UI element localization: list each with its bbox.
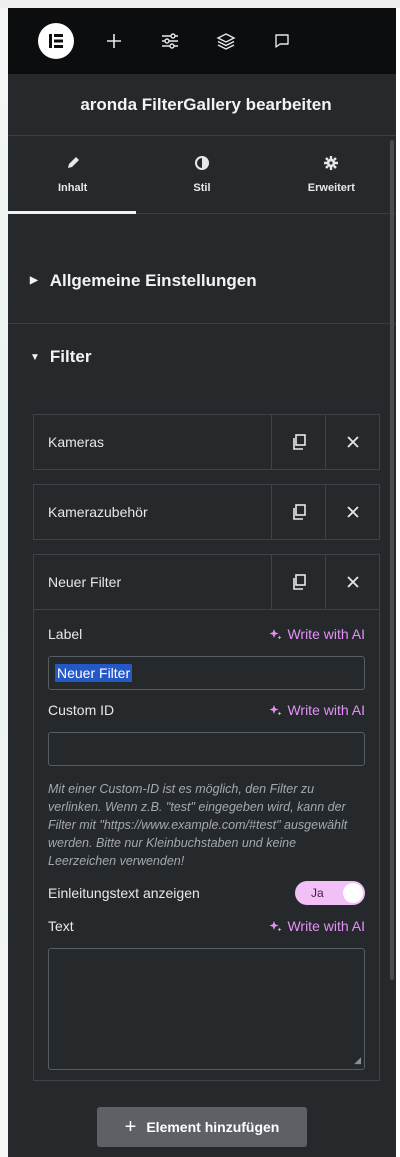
filter-repeater: Kameras Kamerazubehör Neuer Filter Label… — [33, 414, 380, 1081]
copy-icon — [292, 504, 306, 520]
section-filter[interactable]: ▼ Filter — [8, 324, 396, 390]
add-item-wrap: + Element hinzufügen — [8, 1107, 396, 1147]
tab-advanced-label: Erweitert — [307, 182, 355, 194]
elementor-logo-icon[interactable] — [38, 23, 74, 59]
custom-id-field-header: Custom ID Write with AI — [48, 698, 365, 722]
top-toolbar — [8, 8, 396, 74]
caret-down-icon: ▼ — [30, 351, 40, 363]
editor-panel: aronda FilterGallery bearbeiten Inhalt S… — [8, 8, 396, 1157]
repeater-item-open[interactable]: Neuer Filter — [33, 554, 380, 610]
sliders-icon[interactable] — [152, 23, 188, 59]
page-background-strip — [0, 0, 8, 1157]
label-input[interactable]: Neuer Filter — [48, 656, 365, 690]
tab-style-label: Stil — [193, 182, 211, 194]
duplicate-button[interactable] — [271, 555, 325, 609]
pencil-icon — [65, 155, 81, 174]
custom-id-field-label: Custom ID — [48, 702, 115, 718]
write-with-ai-label: Write with AI — [287, 918, 365, 934]
intro-toggle-row: Einleitungstext anzeigen Ja — [48, 880, 365, 906]
repeater-item[interactable]: Kameras — [33, 414, 380, 470]
intro-toggle[interactable]: Ja — [295, 881, 365, 905]
intro-toggle-label: Einleitungstext anzeigen — [48, 885, 200, 901]
label-input-value: Neuer Filter — [55, 664, 133, 682]
close-icon — [346, 576, 359, 588]
copy-icon — [292, 434, 306, 450]
page-background-top — [0, 0, 400, 8]
text-field-label: Text — [48, 918, 74, 934]
active-tab-indicator — [8, 211, 136, 214]
sparkle-icon — [269, 920, 282, 931]
panel-title: aronda FilterGallery bearbeiten — [8, 74, 396, 136]
label-field-label: Label — [48, 626, 83, 642]
write-with-ai-label: Write with AI — [287, 626, 365, 642]
write-with-ai-link[interactable]: Write with AI — [269, 626, 365, 642]
tab-style[interactable]: Stil — [137, 136, 266, 213]
repeater-item-title[interactable]: Neuer Filter — [34, 555, 271, 609]
label-field-header: Label Write with AI — [48, 622, 365, 646]
repeater-item[interactable]: Kamerazubehör — [33, 484, 380, 540]
section-general-label: Allgemeine Einstellungen — [49, 270, 257, 290]
close-icon — [346, 436, 359, 448]
plus-icon[interactable] — [96, 23, 132, 59]
copy-icon — [292, 574, 306, 590]
panel-tabs: Inhalt Stil Erweitert — [8, 136, 396, 214]
write-with-ai-label: Write with AI — [287, 702, 365, 718]
repeater-item-title[interactable]: Kamerazubehör — [34, 485, 271, 539]
text-textarea[interactable]: ◢ — [48, 948, 365, 1070]
plus-icon: + — [124, 1115, 137, 1138]
repeater-item-fields: Label Write with AI Neuer Filter Custom … — [33, 610, 380, 1081]
chat-icon[interactable] — [264, 23, 300, 59]
contrast-icon — [194, 155, 210, 174]
resize-handle-icon[interactable]: ◢ — [354, 1055, 361, 1066]
section-filter-label: Filter — [49, 347, 92, 366]
caret-right-icon: ▶ — [30, 275, 38, 286]
panel-scrollbar[interactable] — [390, 140, 394, 980]
duplicate-button[interactable] — [271, 485, 325, 539]
sparkle-icon — [269, 628, 282, 639]
add-element-label: Element hinzufügen — [146, 1119, 280, 1135]
sparkle-icon — [269, 704, 282, 715]
write-with-ai-link[interactable]: Write with AI — [269, 702, 365, 718]
custom-id-input[interactable] — [48, 732, 365, 766]
remove-button[interactable] — [325, 555, 379, 609]
tab-content-label: Inhalt — [57, 182, 88, 194]
text-field-header: Text Write with AI — [48, 914, 365, 938]
toggle-knob — [343, 883, 363, 903]
duplicate-button[interactable] — [271, 415, 325, 469]
close-icon — [346, 506, 359, 518]
section-general-settings[interactable]: ▶ Allgemeine Einstellungen — [8, 238, 396, 324]
layers-icon[interactable] — [208, 23, 244, 59]
tab-content[interactable]: Inhalt — [8, 136, 137, 213]
remove-button[interactable] — [325, 415, 379, 469]
intro-toggle-state: Ja — [311, 886, 324, 900]
gear-icon — [323, 155, 339, 174]
write-with-ai-link[interactable]: Write with AI — [269, 918, 365, 934]
tab-advanced[interactable]: Erweitert — [267, 136, 396, 213]
add-element-button[interactable]: + Element hinzufügen — [97, 1107, 307, 1147]
remove-button[interactable] — [325, 485, 379, 539]
custom-id-help-text: Mit einer Custom-ID ist es möglich, den … — [48, 782, 348, 868]
repeater-item-title[interactable]: Kameras — [34, 415, 271, 469]
